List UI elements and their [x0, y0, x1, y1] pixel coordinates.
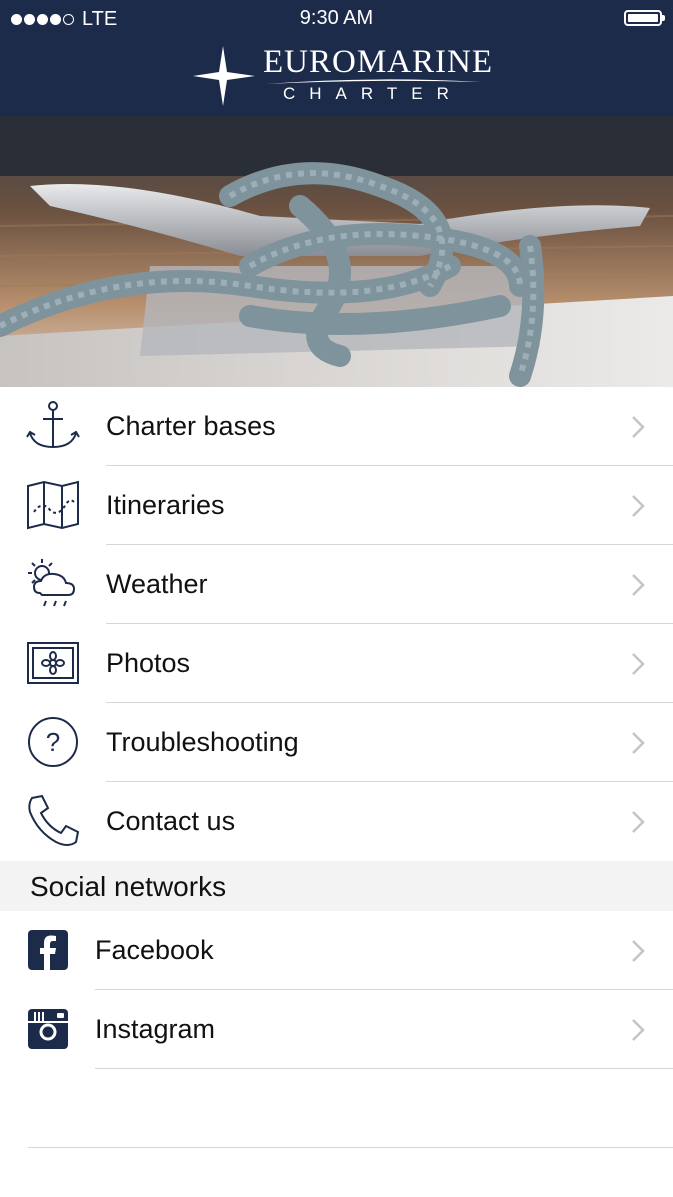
social-item-label: Facebook: [95, 935, 214, 965]
brand-logo: EUROMARINE CHARTER: [193, 44, 492, 108]
svg-text:?: ?: [46, 727, 60, 757]
menu-item-itineraries[interactable]: Itineraries: [0, 466, 673, 545]
phone-icon: [28, 794, 80, 846]
chevron-right-icon: [632, 416, 645, 438]
facebook-icon: [28, 930, 68, 970]
section-title: Social networks: [30, 871, 227, 902]
menu-item-label: Itineraries: [106, 490, 225, 520]
menu-item-troubleshooting[interactable]: ? Troubleshooting: [0, 703, 673, 782]
menu-item-contact-us[interactable]: Contact us: [0, 782, 673, 861]
chevron-right-icon: [632, 732, 645, 754]
social-menu: Facebook Instagram: [0, 911, 673, 1069]
social-item-facebook[interactable]: Facebook: [0, 911, 673, 990]
menu-item-label: Troubleshooting: [106, 727, 299, 757]
section-header-social: Social networks: [0, 861, 673, 911]
map-icon: [27, 480, 79, 530]
brand-name: EUROMARINE: [263, 44, 493, 80]
battery-icon: [624, 10, 665, 26]
menu-item-label: Contact us: [106, 806, 236, 836]
social-item-label: Instagram: [95, 1014, 216, 1044]
bottom-separator: [28, 1147, 673, 1148]
instagram-icon: [28, 1009, 68, 1049]
main-menu: Charter bases Itineraries Weather Photos…: [0, 387, 673, 861]
photos-icon: [27, 642, 79, 684]
chevron-right-icon: [632, 495, 645, 517]
compass-star-icon: [193, 46, 255, 106]
menu-item-label: Weather: [106, 569, 208, 599]
hero-image: [0, 116, 673, 387]
menu-item-charter-bases[interactable]: Charter bases: [0, 387, 673, 466]
chevron-right-icon: [632, 653, 645, 675]
question-icon: ?: [28, 717, 78, 767]
chevron-right-icon: [632, 940, 645, 962]
menu-item-weather[interactable]: Weather: [0, 545, 673, 624]
chevron-right-icon: [632, 574, 645, 596]
menu-item-label: Photos: [106, 648, 191, 678]
menu-item-photos[interactable]: Photos: [0, 624, 673, 703]
status-bar: LTE 9:30 AM: [0, 0, 673, 38]
chevron-right-icon: [632, 1019, 645, 1041]
brand-subtitle: CHARTER: [283, 84, 463, 103]
separator: [95, 1068, 673, 1069]
anchor-icon: [26, 401, 80, 449]
weather-icon: [28, 559, 76, 607]
chevron-right-icon: [632, 811, 645, 833]
menu-item-label: Charter bases: [106, 411, 276, 441]
app-header: LTE 9:30 AM EUROMARINE CHARTER: [0, 0, 673, 116]
social-item-instagram[interactable]: Instagram: [0, 990, 673, 1069]
status-time: 9:30 AM: [299, 7, 374, 29]
